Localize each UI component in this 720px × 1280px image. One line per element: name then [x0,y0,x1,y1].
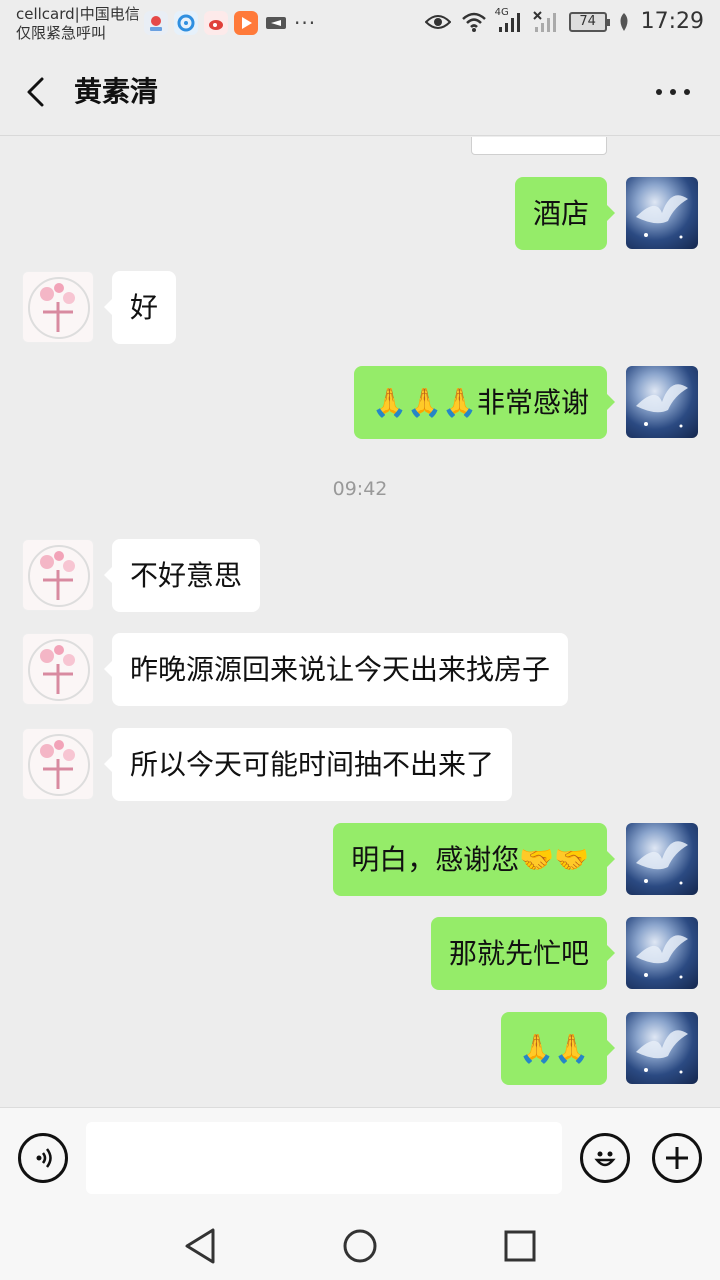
weibo-app-icon [204,11,228,35]
avatar-image [28,639,90,701]
my-avatar[interactable] [626,1012,698,1084]
nav-back-button[interactable] [180,1226,220,1266]
battery-level: 74 [579,14,596,29]
ticket-app-icon [264,11,288,35]
my-avatar[interactable] [626,177,698,249]
avatar-image [636,384,688,428]
power-saving-leaf-icon [620,12,628,31]
nav-back-triangle-icon [185,1228,215,1264]
emergency-only-label: 仅限紧急呼叫 [16,24,107,42]
more-functions-button[interactable] [652,1133,702,1183]
message-timestamp: 09:42 [332,478,388,500]
nav-home-circle-icon [343,1229,377,1263]
more-options-button[interactable] [656,86,690,98]
more-dot-icon [670,89,676,95]
back-arrow-icon [27,77,44,107]
network-type-label: 4G [494,6,509,18]
signal-no-service-icon [532,10,556,32]
status-bar: cellcard|中国电信 仅限紧急呼叫 ··· 4G 74 17:29 [0,0,720,50]
nav-recents-button[interactable] [500,1226,540,1266]
system-navigation-bar [0,1208,720,1280]
avatar-image [636,195,688,239]
avatar-image [636,841,688,885]
back-button[interactable] [20,74,56,110]
chat-header: 黄素清 [0,50,720,136]
plus-icon [666,1147,688,1169]
system-status: 4G 74 17:29 [424,7,704,34]
sent-message-bubble[interactable]: 🙏🙏 [501,1012,615,1085]
contact-name: 黄素清 [74,75,159,108]
nav-home-button[interactable] [340,1226,380,1266]
more-dot-icon [656,89,662,95]
my-avatar[interactable] [626,823,698,895]
avatar-image [28,277,90,339]
avatar-image [28,734,90,796]
notification-icons: ··· [144,11,316,35]
avatar-image [636,1030,688,1074]
signal-4g-icon: 4G [495,7,523,33]
more-dot-icon [684,89,690,95]
clock: 17:29 [640,9,704,34]
battery-icon: 74 [568,11,610,32]
my-avatar[interactable] [626,366,698,438]
received-message-bubble[interactable]: 昨晚源源回来说让今天出来找房子 [103,633,569,706]
wifi-icon [461,12,486,32]
previous-image-message[interactable] [471,137,607,155]
input-bar [0,1107,720,1208]
browser-app-icon [174,11,198,35]
sent-message-bubble[interactable]: 酒店 [514,177,616,250]
contact-avatar[interactable] [22,539,94,611]
sent-message-bubble[interactable]: 🙏🙏🙏非常感谢 [354,366,615,439]
received-message-bubble[interactable]: 所以今天可能时间抽不出来了 [103,728,513,801]
my-avatar[interactable] [626,917,698,989]
contact-avatar[interactable] [22,728,94,800]
voice-input-button[interactable] [18,1133,68,1183]
sent-message-bubble[interactable]: 明白，感谢您🤝🤝 [333,823,615,896]
avatar-image [636,935,688,979]
maps-app-icon [144,11,168,35]
eye-comfort-icon [424,14,451,29]
voice-icon [36,1148,52,1168]
message-list[interactable]: 酒店 好 🙏🙏🙏非常感谢 09:42 不好意思 昨晚源源回来说让今天出来找房子 … [0,137,720,1105]
contact-avatar[interactable] [22,633,94,705]
carrier-name: cellcard|中国电信 [16,5,140,23]
contact-avatar[interactable] [22,271,94,343]
avatar-image [28,545,90,607]
more-notifications-icon: ··· [294,11,317,35]
received-message-bubble[interactable]: 好 [103,271,177,344]
sent-message-bubble[interactable]: 那就先忙吧 [430,917,616,990]
smiley-icon [594,1151,616,1167]
nav-recents-square-icon [504,1230,536,1262]
carrier-info: cellcard|中国电信 仅限紧急呼叫 [16,5,140,43]
message-input[interactable] [86,1122,562,1194]
video-app-icon [234,11,258,35]
received-message-bubble[interactable]: 不好意思 [103,539,261,612]
emoji-button[interactable] [580,1133,630,1183]
